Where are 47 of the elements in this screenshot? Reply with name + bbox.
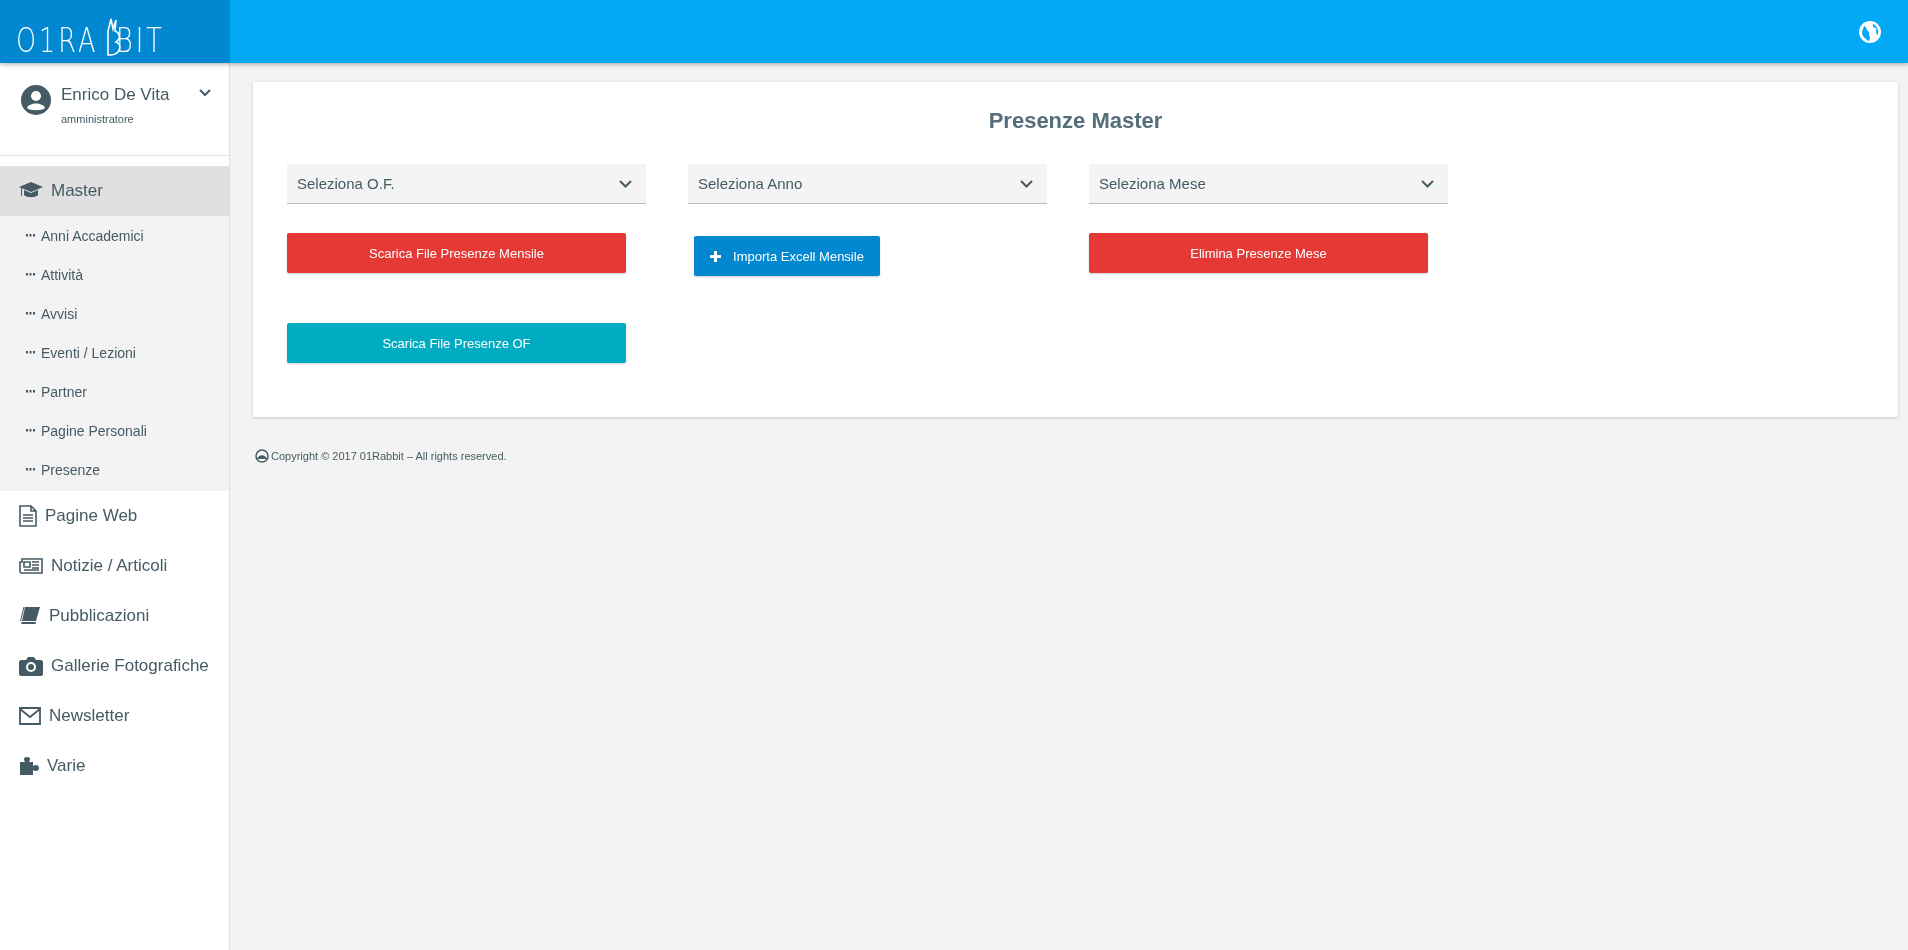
submenu-item[interactable]: Attività	[0, 255, 229, 294]
dots-icon	[26, 468, 36, 471]
envelope-icon	[19, 707, 41, 725]
select-field[interactable]: Seleziona Anno	[688, 164, 1047, 204]
user-avatar-icon	[21, 85, 51, 115]
logo-text: O1RA	[16, 23, 99, 57]
camera-icon	[19, 656, 43, 676]
copyright-text: Copyright © 2017 01Rabbit – All rights reserved.	[271, 450, 507, 462]
nav-item[interactable]: Notizie / Articoli	[0, 541, 229, 591]
document-icon	[19, 505, 37, 527]
nav-item[interactable]: Pubblicazioni	[0, 591, 229, 641]
action-button[interactable]: Scarica File Presenze Mensile	[287, 233, 626, 273]
nav-item[interactable]: Varie	[0, 741, 229, 791]
chevron-icon	[1421, 179, 1434, 188]
submenu-item[interactable]: Pagine Personali	[0, 411, 229, 450]
select-field[interactable]: Seleziona O.F.	[287, 164, 646, 204]
nav-item[interactable]: Master	[0, 166, 229, 216]
card-title: Presenze Master	[987, 108, 1164, 134]
dots-icon	[26, 234, 36, 237]
logo-icon	[255, 449, 269, 463]
action-button[interactable]: Importa Excell Mensile	[694, 236, 880, 276]
dots-icon	[26, 390, 36, 393]
dots-icon	[26, 429, 36, 432]
submenu-item[interactable]: Eventi / Lezioni	[0, 333, 229, 372]
logo-text: BIT	[115, 23, 165, 57]
submenu-item[interactable]: Anni Accademici	[0, 216, 229, 255]
chevron-icon	[619, 179, 632, 188]
chevron-icon	[1020, 179, 1033, 188]
book-icon	[19, 606, 41, 626]
chevron-icon[interactable]	[199, 89, 211, 97]
nav-item[interactable]: Pagine Web	[0, 491, 229, 541]
submenu-item[interactable]: Avvisi	[0, 294, 229, 333]
nav-item[interactable]: Gallerie Fotografiche	[0, 641, 229, 691]
user-role: amministratore	[61, 113, 135, 125]
dots-icon	[26, 351, 36, 354]
puzzle-icon	[19, 756, 39, 776]
dots-icon	[26, 273, 36, 276]
dots-icon	[26, 312, 36, 315]
select-field[interactable]: Seleziona Mese	[1089, 164, 1448, 204]
globe-icon[interactable]	[1858, 19, 1882, 44]
nav-item[interactable]: Newsletter	[0, 691, 229, 741]
action-button[interactable]: Elimina Presenze Mese	[1089, 233, 1428, 273]
newspaper-icon	[19, 557, 43, 575]
submenu-item[interactable]: Presenze	[0, 450, 229, 489]
user-name: Enrico De Vita	[61, 85, 171, 105]
plus-icon	[710, 250, 722, 262]
submenu-item[interactable]: Partner	[0, 372, 229, 411]
